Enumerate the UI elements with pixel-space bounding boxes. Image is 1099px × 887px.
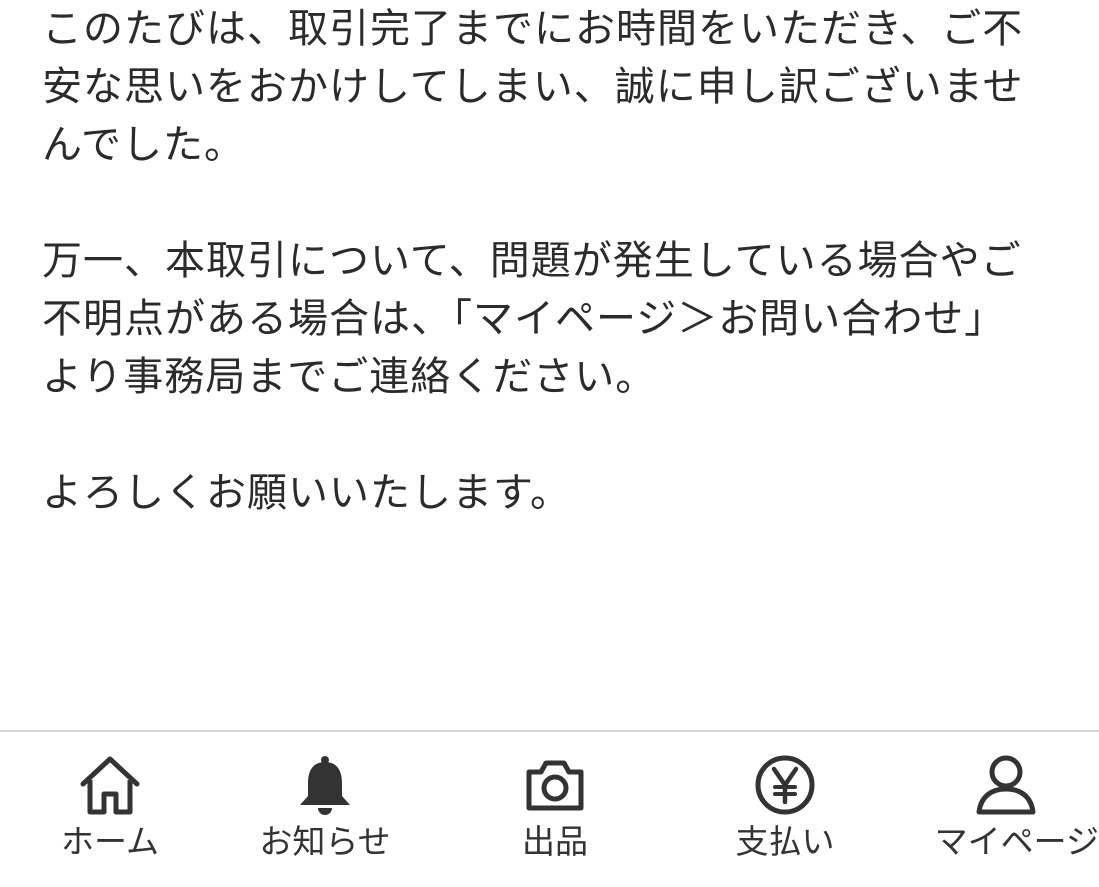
tab-payment-label: 支払い bbox=[735, 822, 835, 861]
tab-mypage-label: マイページ bbox=[934, 822, 1099, 861]
tab-sell[interactable]: 出品 bbox=[445, 732, 665, 887]
tab-payment[interactable]: 支払い bbox=[675, 732, 895, 887]
camera-icon bbox=[520, 750, 590, 820]
yen-icon bbox=[750, 750, 820, 820]
tab-notifications-label: お知らせ bbox=[259, 822, 391, 861]
tab-home[interactable]: ホーム bbox=[0, 732, 220, 887]
home-icon bbox=[75, 750, 145, 820]
message-paragraph: 万一、本取引について、問題が発生している場合やご 不明点がある場合は、「マイペー… bbox=[42, 238, 1022, 400]
tab-home-label: ホーム bbox=[60, 822, 159, 861]
message-paragraph: このたびは、取引完了までにお時間をいただき、ご不 安な思いをおかけしてしまい、誠… bbox=[42, 6, 1024, 168]
user-icon bbox=[971, 750, 1041, 820]
tab-notifications[interactable]: お知らせ bbox=[215, 732, 435, 887]
message-body: このたびは、取引完了までにお時間をいただき、ご不 安な思いをおかけしてしまい、誠… bbox=[42, 0, 1072, 522]
tab-sell-label: 出品 bbox=[522, 822, 588, 861]
message-paragraph: よろしくお願いいたします。 bbox=[42, 470, 571, 516]
bottom-tab-bar: ホーム お知らせ 出品 支払い マイページ bbox=[0, 730, 1099, 887]
bell-icon bbox=[290, 750, 360, 820]
tab-mypage[interactable]: マイページ bbox=[905, 732, 1099, 887]
